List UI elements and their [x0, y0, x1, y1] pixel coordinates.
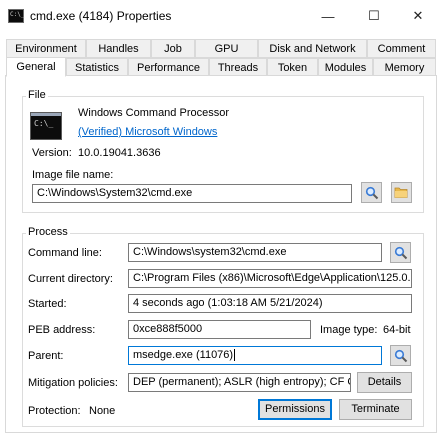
- minimize-icon: —: [321, 8, 335, 24]
- parent-field[interactable]: msedge.exe (11076): [128, 346, 382, 365]
- parent-label: Parent:: [28, 350, 64, 362]
- current-directory-field[interactable]: C:\Program Files (x86)\Microsoft\Edge\Ap…: [128, 269, 412, 288]
- image-file-field[interactable]: C:\Windows\System32\cmd.exe: [32, 184, 352, 203]
- parent-value: msedge.exe (11076): [133, 349, 234, 361]
- minimize-button[interactable]: —: [305, 0, 351, 32]
- close-button[interactable]: ✕: [395, 0, 441, 32]
- peb-address-field[interactable]: 0xce888f5000: [128, 320, 311, 339]
- tab-handles[interactable]: Handles: [86, 39, 151, 58]
- cmd-file-icon: C:\_: [30, 112, 62, 140]
- tab-disk-and-network[interactable]: Disk and Network: [258, 39, 367, 58]
- parent-search-button[interactable]: [390, 345, 411, 366]
- command-line-field[interactable]: C:\Windows\system32\cmd.exe: [128, 243, 382, 262]
- process-group-title: Process: [26, 226, 70, 238]
- magnifier-icon: [394, 246, 407, 259]
- protection-label: Protection:: [28, 405, 81, 417]
- tab-job[interactable]: Job: [151, 39, 195, 58]
- command-line-label: Command line:: [28, 247, 102, 259]
- magnifier-icon: [394, 349, 407, 362]
- close-icon: ✕: [412, 8, 424, 23]
- file-description: Windows Command Processor: [78, 107, 229, 119]
- details-button[interactable]: Details: [357, 372, 412, 393]
- command-line-search-button[interactable]: [390, 242, 411, 263]
- version-label: Version:: [32, 147, 72, 159]
- image-type-label: Image type:: [320, 324, 378, 336]
- maximize-button[interactable]: ☐: [351, 0, 397, 32]
- tab-general[interactable]: General: [6, 57, 66, 77]
- permissions-button[interactable]: Permissions: [258, 399, 332, 420]
- maximize-icon: ☐: [368, 8, 380, 23]
- image-type-value: 64-bit: [383, 324, 411, 336]
- open-folder-button[interactable]: [391, 182, 412, 203]
- mitigation-policies-label: Mitigation policies:: [28, 377, 118, 389]
- text-caret: [234, 349, 236, 362]
- file-group-title: File: [26, 89, 48, 101]
- cmd-app-icon: C:\_: [8, 9, 24, 23]
- magnifier-icon: [365, 186, 378, 199]
- title-bar: C:\_ cmd.exe (4184) Properties — ☐ ✕: [0, 0, 441, 32]
- window-title: cmd.exe (4184) Properties: [30, 9, 172, 23]
- image-search-button[interactable]: [361, 182, 382, 203]
- peb-address-label: PEB address:: [28, 324, 96, 336]
- tab-environment[interactable]: Environment: [6, 39, 86, 58]
- image-file-label: Image file name:: [32, 169, 114, 181]
- protection-value: None: [89, 405, 116, 417]
- started-field[interactable]: 4 seconds ago (1:03:18 AM 5/21/2024): [128, 294, 412, 313]
- folder-icon: [394, 187, 408, 198]
- terminate-button[interactable]: Terminate: [339, 399, 412, 420]
- tab-gpu[interactable]: GPU: [195, 39, 258, 58]
- current-directory-label: Current directory:: [28, 273, 113, 285]
- version-value: 10.0.19041.3636: [78, 147, 161, 159]
- started-label: Started:: [28, 298, 67, 310]
- tab-comment[interactable]: Comment: [367, 39, 436, 58]
- mitigation-policies-field[interactable]: DEP (permanent); ASLR (high entropy); CF…: [128, 373, 351, 392]
- company-link[interactable]: (Verified) Microsoft Windows: [78, 126, 217, 138]
